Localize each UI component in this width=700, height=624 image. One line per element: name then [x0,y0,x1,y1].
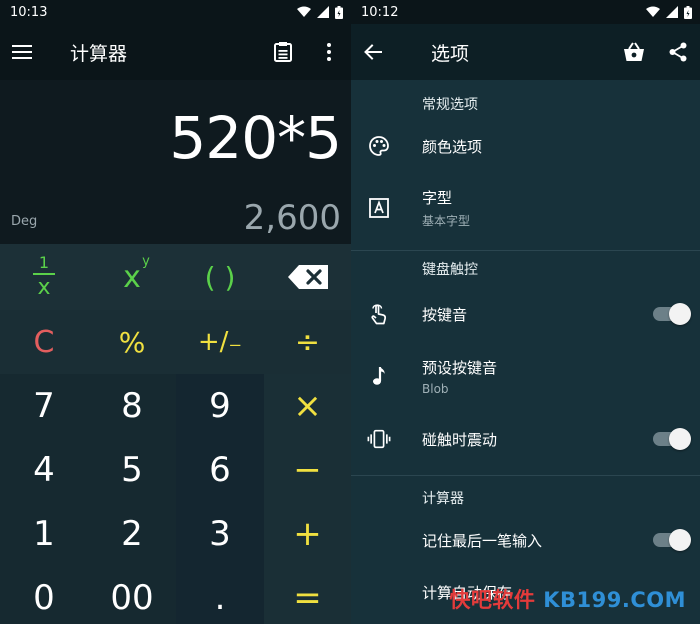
color-options-item[interactable]: 颜色选项 [351,120,700,172]
plus-key[interactable]: + [264,502,351,566]
angle-mode-label[interactable]: Deg [11,214,37,229]
backspace-icon [287,265,328,289]
decimal-point-key[interactable]: . [176,566,264,624]
divider [351,250,700,251]
palette-icon [367,134,391,158]
percent-key[interactable]: % [88,310,176,374]
remember-input-toggle[interactable] [653,529,691,551]
minus-key[interactable]: − [264,438,351,502]
digit-2-key[interactable]: 2 [88,502,176,566]
share-icon[interactable] [666,40,690,64]
watermark: 快吧软件 KB199.COM [449,588,686,612]
font-icon [367,196,391,220]
music-note-icon [367,364,391,388]
app-title: 计算器 [70,42,128,65]
signal-icon [666,6,678,18]
more-options-icon[interactable] [317,40,341,64]
digit-6-key[interactable]: 6 [176,438,264,502]
menu-icon[interactable] [10,40,34,64]
digit-1-key[interactable]: 1 [0,502,88,566]
status-time: 10:13 [10,4,48,20]
section-calculator-header: 计算器 [422,491,464,507]
section-keyboard-header: 键盘触控 [422,262,478,278]
key-sound-toggle[interactable] [653,303,691,325]
digit-5-key[interactable]: 5 [88,438,176,502]
battery-icon [335,5,343,19]
remember-last-input-item[interactable]: 记住最后一笔输入 [351,514,700,566]
touch-icon [367,302,391,326]
settings-app-bar: 选项 [351,24,700,80]
power-key[interactable]: xy [88,244,176,310]
reciprocal-key[interactable]: 1 x [0,244,88,310]
expression-display[interactable]: 520*5 [169,104,342,172]
battery-icon [684,5,692,19]
vibrate-on-touch-item[interactable]: 碰触时震动 [351,409,700,469]
status-bar: 10:13 [0,0,351,24]
shopping-basket-icon[interactable] [622,40,646,64]
vibrate-toggle[interactable] [653,428,691,450]
wifi-icon [297,6,311,17]
settings-pane: 10:12 选项 常规选项 颜色选项 字型 基本字型 键盘触控 按键音 预设按键… [351,0,700,624]
digit-8-key[interactable]: 8 [88,374,176,438]
back-arrow-icon[interactable] [361,40,385,64]
double-zero-key[interactable]: 00 [88,566,176,624]
preset-key-sound-item[interactable]: 预设按键音 Blob [351,343,700,409]
result-display: 2,600 [243,198,341,238]
digit-0-key[interactable]: 0 [0,566,88,624]
status-bar: 10:12 [351,0,700,24]
digit-3-key[interactable]: 3 [176,502,264,566]
key-sound-item[interactable]: 按键音 [351,285,700,343]
calculator-display: 520*5 Deg 2,600 [0,80,351,244]
calculator-app-bar: 计算器 [0,24,351,80]
vibrate-icon [367,427,391,451]
multiply-key[interactable]: × [264,374,351,438]
backspace-key[interactable] [264,244,351,310]
section-general-header: 常规选项 [422,97,478,113]
history-icon[interactable] [271,40,295,64]
plus-minus-key[interactable]: +/₋ [176,310,264,374]
calculator-pane: 10:13 计算器 520*5 Deg 2,600 1 x x y () C … [0,0,351,624]
equals-key[interactable]: = [264,566,351,624]
digit-7-key[interactable]: 7 [0,374,88,438]
settings-list: 常规选项 颜色选项 字型 基本字型 键盘触控 按键音 预设按键音 Blob 碰触… [351,80,700,618]
font-item[interactable]: 字型 基本字型 [351,172,700,244]
keypad: 1 x xy ( ) C % +/₋ ÷ 7 8 9 × 4 5 6 − 1 2… [0,244,351,624]
settings-title: 选项 [431,42,470,65]
wifi-icon [646,6,660,17]
digit-4-key[interactable]: 4 [0,438,88,502]
digit-9-key[interactable]: 9 [176,374,264,438]
clear-key[interactable]: C [0,310,88,374]
divider [351,475,700,476]
signal-icon [317,6,329,18]
status-time: 10:12 [361,4,399,20]
divide-key[interactable]: ÷ [264,310,351,374]
parentheses-key[interactable]: ( ) [176,244,264,310]
